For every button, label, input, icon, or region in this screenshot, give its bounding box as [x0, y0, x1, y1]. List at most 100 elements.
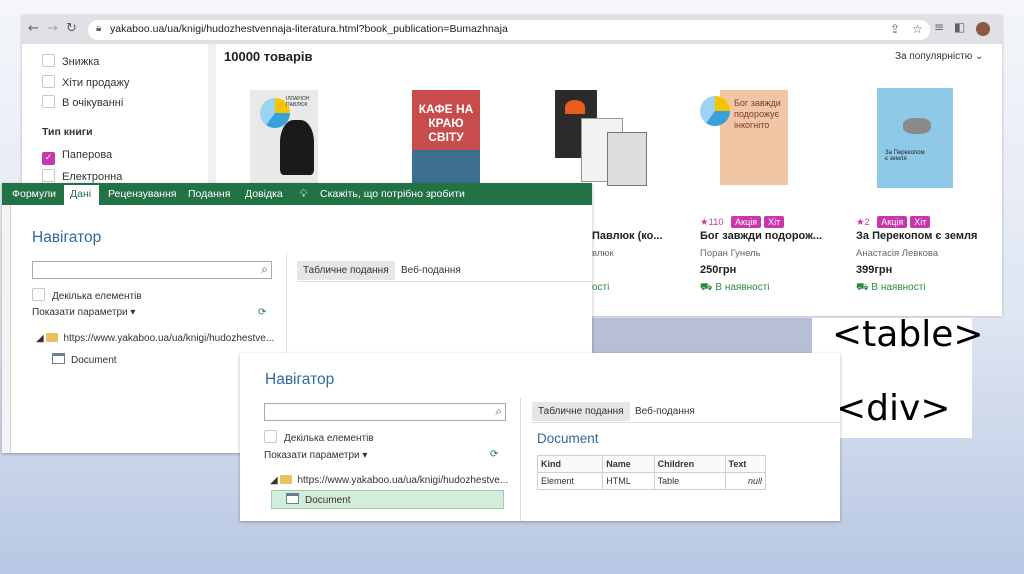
product-title[interactable]: За Перекопом є земля [856, 230, 977, 242]
pane-divider [520, 398, 521, 521]
book-cover[interactable]: ІЛЛАРІОН ПАВЛЮК [250, 90, 318, 185]
sheet-grid-edge [2, 205, 11, 453]
checkbox[interactable] [264, 430, 277, 443]
multi-select-option[interactable]: Декілька елементів [32, 288, 142, 302]
cover-art [280, 120, 314, 175]
promo-tag: Акція [731, 216, 762, 228]
checkbox-checked[interactable]: ✓ [42, 152, 55, 165]
tab-data[interactable]: Дані [70, 188, 91, 200]
filter-bestsellers[interactable]: Хіти продажу [42, 75, 130, 89]
product-price: 399грн [856, 264, 893, 276]
side-panel-icon[interactable]: ◧ [954, 20, 965, 34]
filter-discount[interactable]: Знижка [42, 54, 99, 68]
caret-down-icon: ▾ [362, 450, 368, 461]
table-row: Element HTML Table null [536, 472, 766, 490]
tab-table-view[interactable]: Табличне подання [532, 402, 630, 421]
expand-icon: ◢ [36, 333, 47, 344]
tell-me-box[interactable]: Скажіть, що потрібно зробити [320, 188, 465, 200]
view-tabs: Табличне подання Веб-подання [297, 261, 592, 282]
table-icon [286, 493, 299, 504]
tab-web-view[interactable]: Веб-подання [629, 402, 701, 421]
charity-badge-icon [700, 96, 730, 126]
media-queue-icon[interactable]: ≡ [934, 20, 944, 34]
bookmark-star-icon[interactable]: ☆ [912, 22, 923, 36]
ribbon-tabs: Формули Дані Рецензування Подання Довідк… [2, 183, 592, 205]
multi-select-option[interactable]: Декілька елементів [264, 430, 374, 444]
tab-web-view[interactable]: Веб-подання [395, 261, 467, 280]
column-header: Text [724, 455, 766, 473]
reload-icon[interactable]: ↻ [66, 21, 77, 36]
product-author[interactable]: влюк [592, 248, 614, 259]
stock-status: ⛟ В наявності [856, 282, 926, 293]
table-cell: Table [653, 472, 726, 490]
show-params-dropdown[interactable]: Показати параметри ▾ [264, 450, 367, 461]
address-bar[interactable]: 🔒︎ yakaboo.ua/ua/knigi/hudozhestvennaja-… [88, 20, 930, 40]
lightbulb-icon[interactable]: 💡︎ [300, 188, 307, 201]
book-cover[interactable]: Бог завжди подорожує інкогніто [700, 90, 788, 185]
view-tabs: Табличне подання Веб-подання [532, 402, 840, 423]
refresh-icon[interactable]: ⟳ [258, 307, 266, 318]
product-author[interactable]: Анастасія Левкова [856, 248, 938, 259]
tree-document[interactable]: Document [52, 353, 117, 366]
tree-source[interactable]: ◢ https://www.yakaboo.ua/ua/knigi/hudozh… [270, 475, 508, 486]
hit-tag: Хіт [910, 216, 931, 228]
rating: ★2 [856, 217, 870, 228]
stock-status: ⛟ В наявності [700, 282, 770, 293]
checkbox[interactable] [42, 95, 55, 108]
product-author[interactable]: Поран Гунель [700, 248, 761, 259]
forward-icon[interactable]: → [47, 21, 58, 36]
cover-art [903, 118, 931, 134]
div-tag-label: <div> [836, 388, 951, 429]
back-icon[interactable]: ← [28, 21, 39, 36]
truck-icon: ⛟ [700, 282, 713, 293]
table-header-row: Kind Name Children Text [536, 455, 766, 473]
search-input[interactable]: ⌕ [32, 261, 272, 279]
filter-group-title: Тип книги [42, 126, 93, 138]
checkbox[interactable] [42, 169, 55, 182]
share-icon[interactable]: ⇪ [890, 22, 900, 36]
tab-help[interactable]: Довідка [245, 188, 283, 200]
book-cover[interactable]: КАФЕ НА КРАЮ СВІТУ [412, 90, 480, 185]
search-icon[interactable]: ⌕ [495, 404, 502, 419]
column-header: Kind [536, 455, 604, 473]
url-text: yakaboo.ua/ua/knigi/hudozhestvennaja-lit… [110, 23, 508, 35]
lock-icon[interactable]: 🔒︎ [96, 23, 101, 34]
show-params-dropdown[interactable]: Показати параметри ▾ [32, 307, 135, 318]
tab-table-view[interactable]: Табличне подання [297, 261, 395, 280]
column-header: Name [602, 455, 655, 473]
promo-tag: Акція [877, 216, 908, 228]
tree-source[interactable]: ◢ https://www.yakaboo.ua/ua/knigi/hudozh… [36, 333, 274, 344]
results-count: 10000 товарів [224, 49, 313, 64]
tab-view[interactable]: Подання [188, 188, 230, 200]
expand-icon: ◢ [270, 475, 281, 486]
sort-dropdown[interactable]: За популярністю ⌄ [895, 51, 983, 62]
table-icon [52, 353, 65, 364]
truck-icon: ⛟ [856, 282, 869, 293]
product-title[interactable]: Бог завжди подорож... [700, 230, 822, 242]
product-badges: ★110 Акція Хіт [700, 212, 785, 230]
navigator-window: Навігатор ⌕ Декілька елементів Показати … [240, 353, 840, 521]
book-cover[interactable] [555, 90, 647, 186]
navigator-title: Навігатор [265, 371, 335, 388]
search-input[interactable]: ⌕ [264, 403, 506, 421]
product-title[interactable]: Павлюк (ко... [592, 230, 663, 242]
checkbox[interactable] [42, 54, 55, 67]
search-icon[interactable]: ⌕ [261, 262, 268, 277]
rating: ★110 [700, 217, 724, 228]
preview-table: Kind Name Children Text Element HTML Tab… [536, 455, 766, 490]
folder-icon [46, 333, 59, 342]
tab-review[interactable]: Рецензування [108, 188, 176, 200]
refresh-icon[interactable]: ⟳ [490, 449, 498, 460]
checkbox[interactable] [42, 75, 55, 88]
filter-paper[interactable]: ✓ Паперова [42, 149, 112, 165]
table-tag-label: <table> [832, 314, 984, 355]
filter-awaiting[interactable]: В очікуванні [42, 95, 123, 109]
profile-avatar[interactable] [976, 22, 990, 36]
tab-formulas[interactable]: Формули [12, 188, 56, 200]
tree-document-selected[interactable]: Document [271, 490, 504, 509]
book-cover[interactable]: За Перекопом є земля [877, 88, 953, 188]
filter-ebook[interactable]: Електронна [42, 169, 122, 183]
caret-down-icon: ▾ [130, 307, 136, 318]
checkbox[interactable] [32, 288, 45, 301]
product-badges: ★2 Акція Хіт [856, 212, 931, 230]
